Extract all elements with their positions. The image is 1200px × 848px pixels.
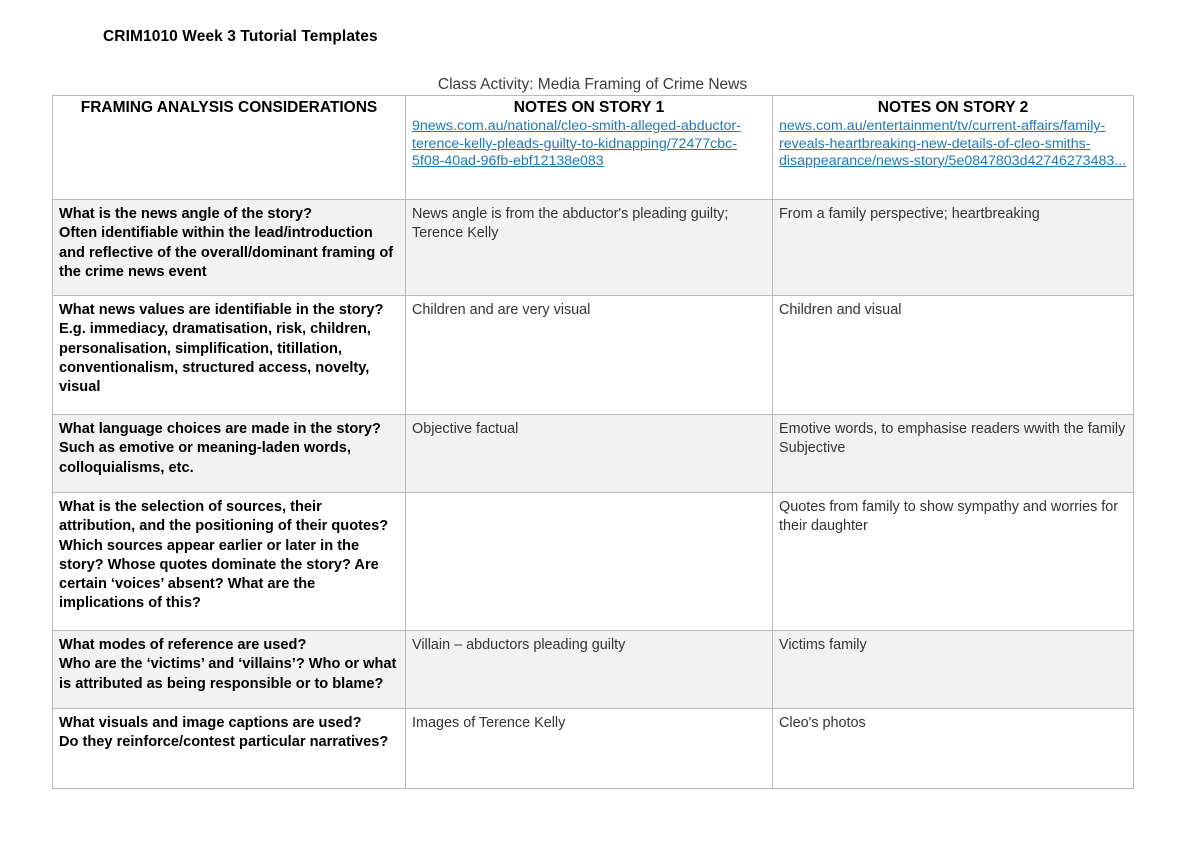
consideration-cell-line: What language choices are made in the st… (59, 421, 381, 437)
story1-note-cell-line: Children and are very visual (412, 302, 591, 318)
table-row: What is the selection of sources, their … (52, 492, 1134, 631)
document-page: CRIM1010 Week 3 Tutorial Templates Class… (0, 0, 1200, 848)
story2-note-cell: Quotes from family to show sympathy and … (772, 492, 1134, 631)
story1-url-link[interactable]: 9news.com.au/national/cleo-smith-alleged… (412, 118, 766, 170)
consideration-cell-line: Who are the ‘victims’ and ‘villains’? Wh… (59, 656, 397, 692)
story1-note-cell-line: Images of Terence Kelly (412, 715, 566, 731)
story2-url-link[interactable]: news.com.au/entertainment/tv/current-aff… (779, 118, 1127, 170)
story2-note-cell-line: Quotes from family to show sympathy and … (779, 499, 1119, 535)
table-body: What is the news angle of the story? Ofte… (52, 199, 1134, 789)
story1-note-cell-line: Villain – abductors pleading guilty (412, 637, 626, 653)
column-header-considerations-label: FRAMING ANALYSIS CONSIDERATIONS (80, 99, 378, 116)
consideration-cell-line: E.g. immediacy, dramatisation, risk, chi… (59, 321, 371, 395)
consideration-cell-line: Often identifiable within the lead/intro… (59, 225, 394, 280)
story2-note-cell: Emotive words, to emphasise readers wwit… (772, 414, 1134, 493)
story2-note-cell-line: Emotive words, to emphasise readers wwit… (779, 421, 1126, 437)
story2-note-cell-line: From a family perspective; heartbreaking (779, 206, 1040, 222)
table-header-row: FRAMING ANALYSIS CONSIDERATIONS NOTES ON… (52, 95, 1134, 200)
consideration-cell: What modes of reference are used? Who are… (52, 630, 406, 709)
consideration-cell: What visuals and image captions are used… (52, 708, 406, 789)
table-row: What language choices are made in the st… (52, 414, 1134, 493)
story1-note-cell: Villain – abductors pleading guilty (405, 630, 773, 709)
story1-note-cell: Children and are very visual (405, 295, 773, 415)
story2-note-cell: Children and visual (772, 295, 1134, 415)
story2-note-cell-line: Victims family (779, 637, 867, 653)
consideration-cell-line: What is the selection of sources, their … (59, 499, 389, 535)
story1-note-cell-line: Objective factual (412, 421, 519, 437)
table-row: What modes of reference are used? Who are… (52, 630, 1134, 709)
story1-note-cell (405, 492, 773, 631)
consideration-cell-line: Which sources appear earlier or later in… (59, 537, 379, 612)
story2-note-cell-line: Cleo's photos (779, 715, 866, 731)
consideration-cell-line: Such as emotive or meaning-laden words, … (59, 440, 351, 476)
story2-note-cell: Victims family (772, 630, 1134, 709)
consideration-cell: What language choices are made in the st… (52, 414, 406, 493)
consideration-cell-line: Do they reinforce/contest particular nar… (59, 734, 389, 751)
story1-note-cell-line: News angle is from the abductor's pleadi… (412, 206, 729, 242)
table-row: What is the news angle of the story? Ofte… (52, 199, 1134, 296)
consideration-cell-line: What visuals and image captions are used… (59, 715, 362, 731)
column-header-story2-label: NOTES ON STORY 2 (877, 99, 1029, 116)
story2-note-cell: Cleo's photos (772, 708, 1134, 789)
activity-caption: Class Activity: Media Framing of Crime N… (437, 76, 748, 93)
page-title: CRIM1010 Week 3 Tutorial Templates (103, 28, 378, 45)
table-row: What news values are identifiable in the… (52, 295, 1134, 415)
consideration-cell-line: What news values are identifiable in the… (59, 302, 384, 318)
framing-analysis-table: FRAMING ANALYSIS CONSIDERATIONS NOTES ON… (52, 95, 1134, 789)
consideration-cell: What news values are identifiable in the… (52, 295, 406, 415)
table-row: What visuals and image captions are used… (52, 708, 1134, 789)
story1-note-cell: News angle is from the abductor's pleadi… (405, 199, 773, 296)
column-header-considerations: FRAMING ANALYSIS CONSIDERATIONS (52, 95, 406, 200)
column-header-story1-label: NOTES ON STORY 1 (513, 99, 665, 116)
column-header-story2: NOTES ON STORY 2 news.com.au/entertainme… (772, 95, 1134, 200)
consideration-cell-line: What is the news angle of the story? (59, 206, 312, 222)
table-header: FRAMING ANALYSIS CONSIDERATIONS NOTES ON… (52, 95, 1134, 200)
story2-note-cell-line: Children and visual (779, 302, 902, 318)
story1-note-cell: Objective factual (405, 414, 773, 493)
story2-note-cell-line: Subjective (779, 440, 846, 457)
story2-note-cell: From a family perspective; heartbreaking (772, 199, 1134, 296)
consideration-cell: What is the selection of sources, their … (52, 492, 406, 631)
consideration-cell: What is the news angle of the story? Ofte… (52, 199, 406, 296)
story1-note-cell: Images of Terence Kelly (405, 708, 773, 789)
column-header-story1: NOTES ON STORY 1 9news.com.au/national/c… (405, 95, 773, 200)
consideration-cell-line: What modes of reference are used? (59, 637, 307, 653)
